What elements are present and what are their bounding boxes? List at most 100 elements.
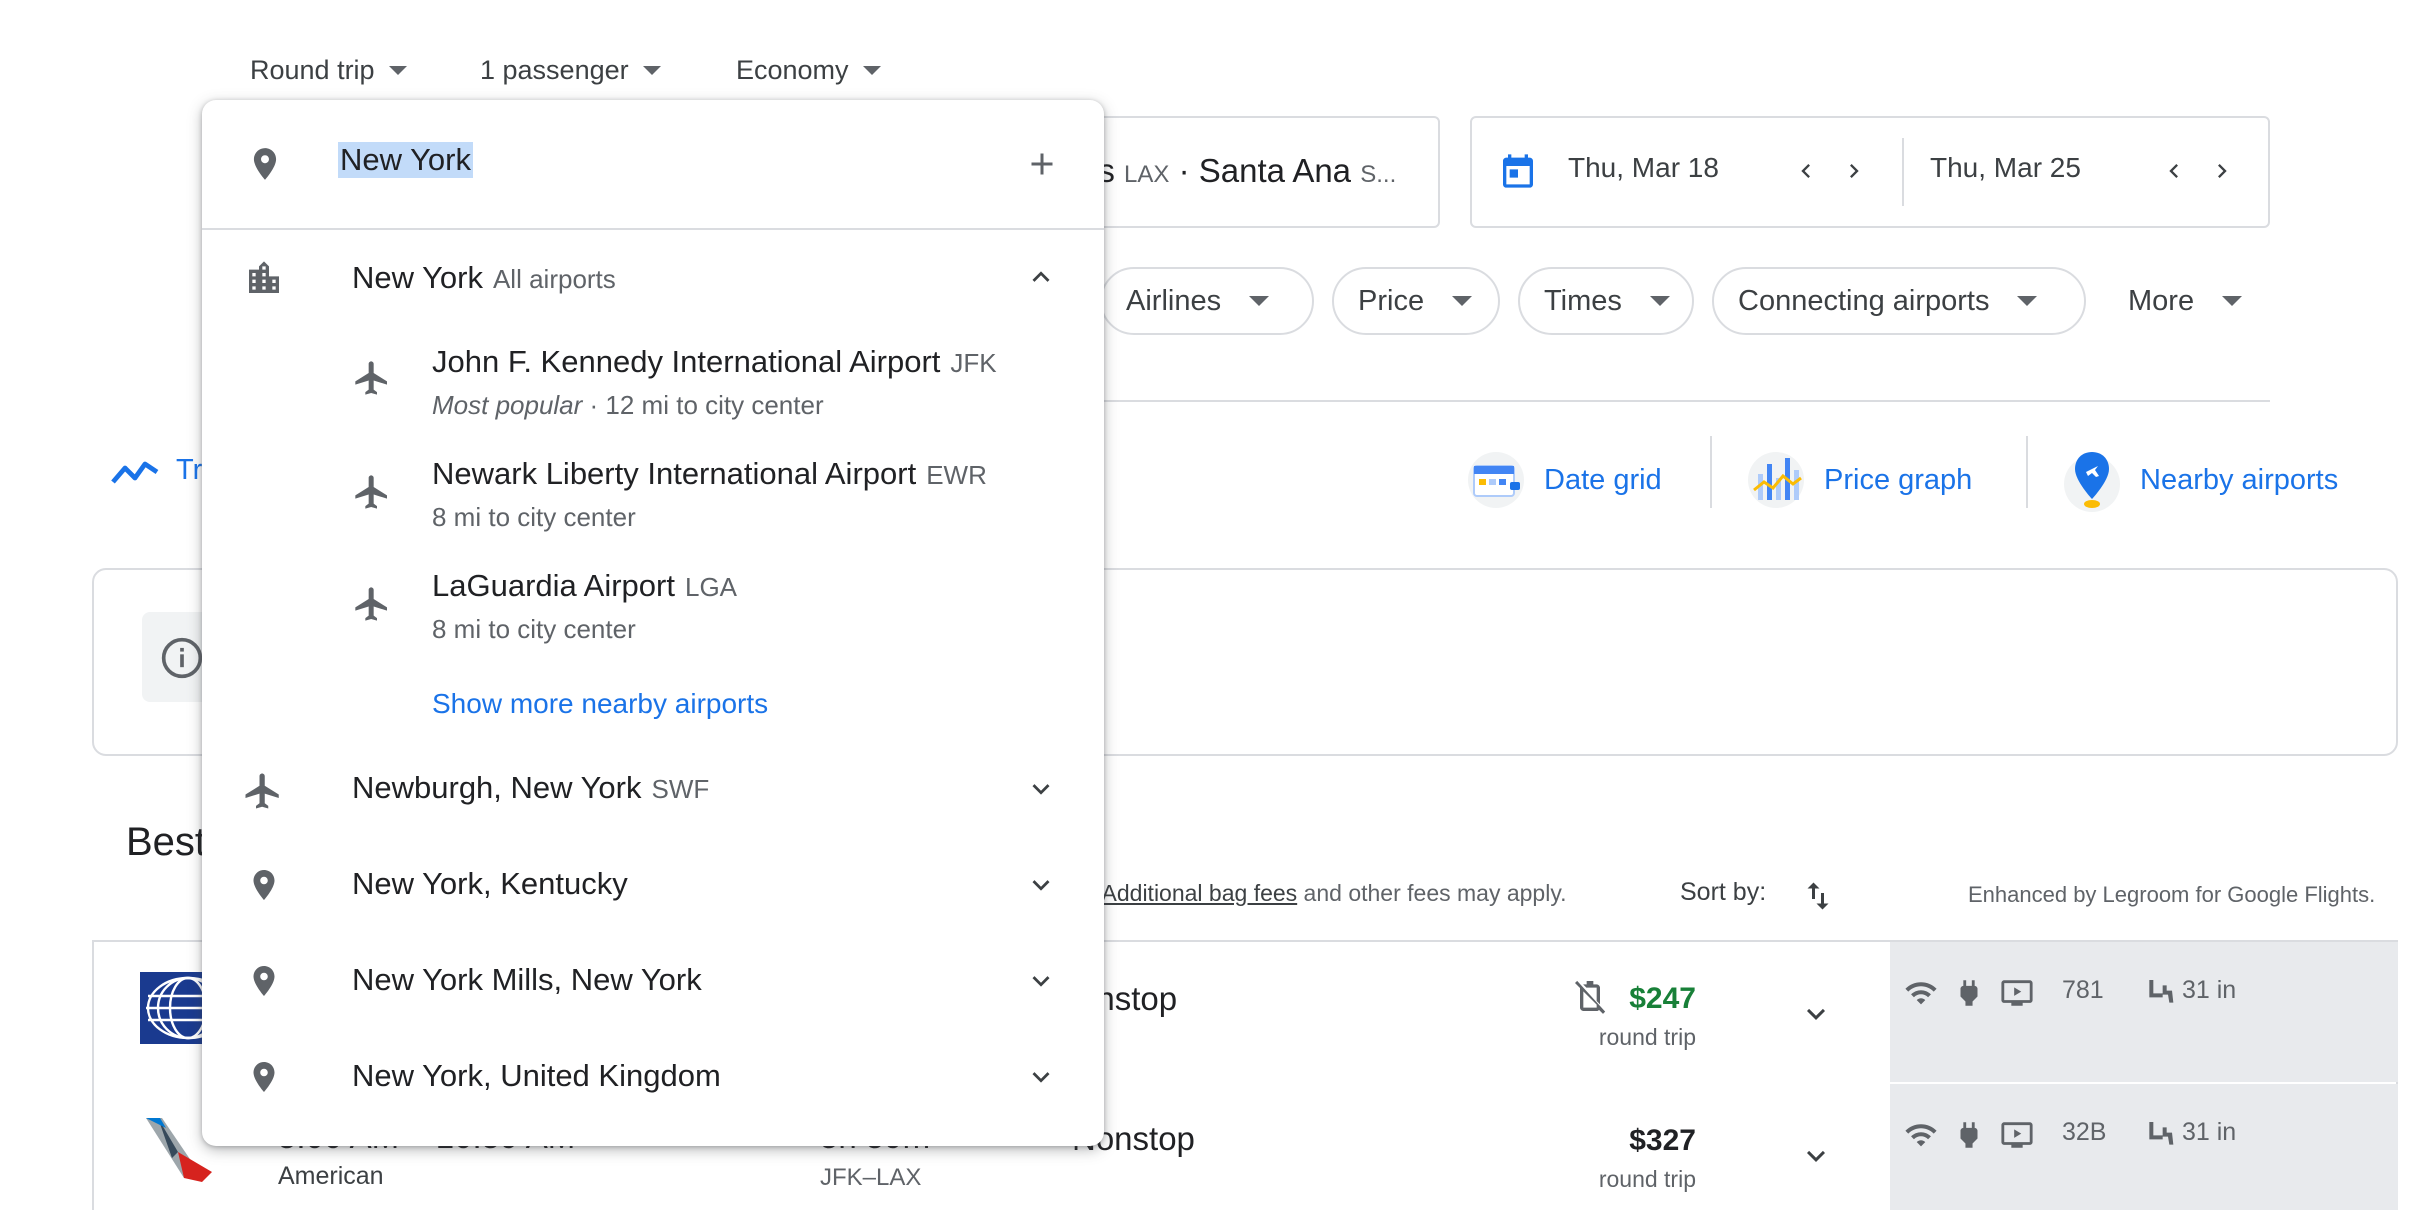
video-screen-icon xyxy=(2000,1118,2034,1152)
option-new-york-mills[interactable]: New York Mills, New York xyxy=(352,962,702,998)
info-icon xyxy=(160,636,204,680)
track-prices-link[interactable]: Tr xyxy=(176,454,202,487)
destination-text: es LAX · Santa Ana S... xyxy=(1080,152,1397,189)
amenities-panel xyxy=(1890,942,2398,1082)
seat-label: 32B xyxy=(2062,1118,2107,1146)
chevron-down-icon[interactable] xyxy=(1024,772,1058,806)
calendar-icon xyxy=(1498,150,1538,192)
sort-label: Sort by: xyxy=(1680,878,1767,906)
caret-down-icon xyxy=(1249,296,1270,306)
airplane-icon xyxy=(352,358,392,398)
caret-down-icon xyxy=(1649,296,1670,306)
airport-detail: Most popular · 12 mi to city center xyxy=(432,390,824,420)
trip-type-label: Round trip xyxy=(250,54,375,85)
location-pin-icon xyxy=(246,142,284,186)
airport-detail: 8 mi to city center xyxy=(432,502,636,532)
date-grid-link[interactable]: Date grid xyxy=(1466,450,1662,510)
price-graph-link[interactable]: Price graph xyxy=(1746,450,1972,510)
aircraft-label: 781 xyxy=(2062,976,2104,1004)
chevron-down-icon[interactable] xyxy=(1024,868,1058,902)
airplane-icon xyxy=(352,472,392,512)
chevron-right-icon[interactable] xyxy=(1840,156,1868,186)
chip-label: Airlines xyxy=(1126,284,1222,317)
option-newburgh[interactable]: Newburgh, New York SWF xyxy=(352,770,709,806)
caret-down-icon xyxy=(388,65,407,75)
filter-chip-connecting-airports[interactable]: Connecting airports xyxy=(1712,267,2086,335)
tools-divider xyxy=(2026,436,2028,508)
airport-option-ewr[interactable]: Newark Liberty International Airport EWR xyxy=(432,456,987,492)
video-screen-icon xyxy=(2000,976,2034,1010)
airport-option-jfk[interactable]: John F. Kennedy International Airport JFK xyxy=(432,344,997,380)
nearby-airports-icon xyxy=(2062,450,2122,512)
nearby-airports-label: Nearby airports xyxy=(2140,463,2339,496)
add-destination-icon[interactable] xyxy=(1024,146,1060,182)
filters-divider xyxy=(1100,400,2270,402)
caret-down-icon xyxy=(2222,296,2243,306)
location-pin-icon xyxy=(246,864,282,906)
power-outlet-icon xyxy=(1952,976,1986,1010)
caret-down-icon xyxy=(1452,296,1473,306)
chevron-down-icon[interactable] xyxy=(1024,1060,1058,1094)
filter-chip-price[interactable]: Price xyxy=(1332,267,1500,335)
wifi-icon xyxy=(1904,1118,1938,1152)
expand-chevron-icon[interactable] xyxy=(1798,1138,1834,1174)
power-outlet-icon xyxy=(1952,1118,1986,1152)
chip-label: Connecting airports xyxy=(1738,284,1990,317)
price-label: round trip xyxy=(1598,1166,1696,1192)
airline-name: American xyxy=(278,1162,384,1190)
return-date[interactable]: Thu, Mar 25 xyxy=(1930,152,2081,184)
tools-divider xyxy=(1710,436,1712,508)
legroom-label: 31 in xyxy=(2182,976,2237,1004)
city-option-new-york[interactable]: New York All airports xyxy=(352,260,616,296)
depart-date[interactable]: Thu, Mar 18 xyxy=(1568,152,1719,184)
flight-price: $247 xyxy=(1629,982,1696,1015)
legroom-label: 31 in xyxy=(2182,1118,2237,1146)
airplane-icon xyxy=(242,770,284,812)
chip-label: Times xyxy=(1544,284,1622,317)
wifi-icon xyxy=(1904,976,1938,1010)
option-new-york-kentucky[interactable]: New York, Kentucky xyxy=(352,866,628,902)
price-graph-icon xyxy=(1746,450,1806,510)
origin-input-row[interactable]: New York xyxy=(202,100,1104,230)
trip-type-select[interactable]: Round trip xyxy=(250,52,407,88)
chevron-up-icon[interactable] xyxy=(1024,260,1058,294)
origin-input[interactable]: New York xyxy=(338,142,473,178)
fee-disclaimer: . Additional bag fees and other fees may… xyxy=(1090,880,1567,906)
chevron-left-icon[interactable] xyxy=(2160,156,2188,186)
expand-chevron-icon[interactable] xyxy=(1798,996,1834,1032)
airplane-icon xyxy=(352,584,392,624)
legroom-credit: Enhanced by Legroom for Google Flights. xyxy=(1968,882,2376,907)
show-more-airports-link[interactable]: Show more nearby airports xyxy=(432,688,768,720)
legroom-icon xyxy=(2144,1118,2176,1150)
price-graph-label: Price graph xyxy=(1824,463,1973,496)
chevron-left-icon[interactable] xyxy=(1792,156,1820,186)
legroom-icon xyxy=(2144,976,2176,1008)
united-airlines-logo xyxy=(140,972,202,1044)
date-grid-icon xyxy=(1466,450,1526,510)
chevron-down-icon[interactable] xyxy=(1024,964,1058,998)
chip-label: Price xyxy=(1358,284,1425,317)
filter-chip-airlines[interactable]: Airlines xyxy=(1100,267,1314,335)
caret-down-icon xyxy=(2017,296,2038,306)
sort-icon[interactable] xyxy=(1800,876,1836,916)
bag-fees-link[interactable]: Additional bag fees xyxy=(1102,880,1298,906)
airport-detail: 8 mi to city center xyxy=(432,614,636,644)
caret-down-icon xyxy=(862,65,881,75)
passenger-select[interactable]: 1 passenger xyxy=(480,52,661,88)
more-filters-button[interactable]: More xyxy=(2128,267,2243,335)
city-buildings-icon xyxy=(244,258,284,298)
airport-option-lga[interactable]: LaGuardia Airport LGA xyxy=(432,568,737,604)
location-pin-icon xyxy=(246,960,282,1002)
origin-autocomplete-dropdown: New York New York All airports John F. Ke… xyxy=(202,100,1104,1146)
chevron-right-icon[interactable] xyxy=(2208,156,2236,186)
best-flights-title: Best xyxy=(126,820,207,864)
track-prices-icon[interactable] xyxy=(110,452,160,488)
filter-chip-times[interactable]: Times xyxy=(1518,267,1694,335)
nearby-airports-link[interactable]: Nearby airports xyxy=(2062,450,2339,512)
cabin-label: Economy xyxy=(736,54,849,85)
flight-price: $327 xyxy=(1629,1124,1696,1157)
date-divider xyxy=(1902,138,1904,206)
option-new-york-uk[interactable]: New York, United Kingdom xyxy=(352,1058,721,1094)
cabin-select[interactable]: Economy xyxy=(736,52,881,88)
price-label: round trip xyxy=(1598,1024,1696,1050)
